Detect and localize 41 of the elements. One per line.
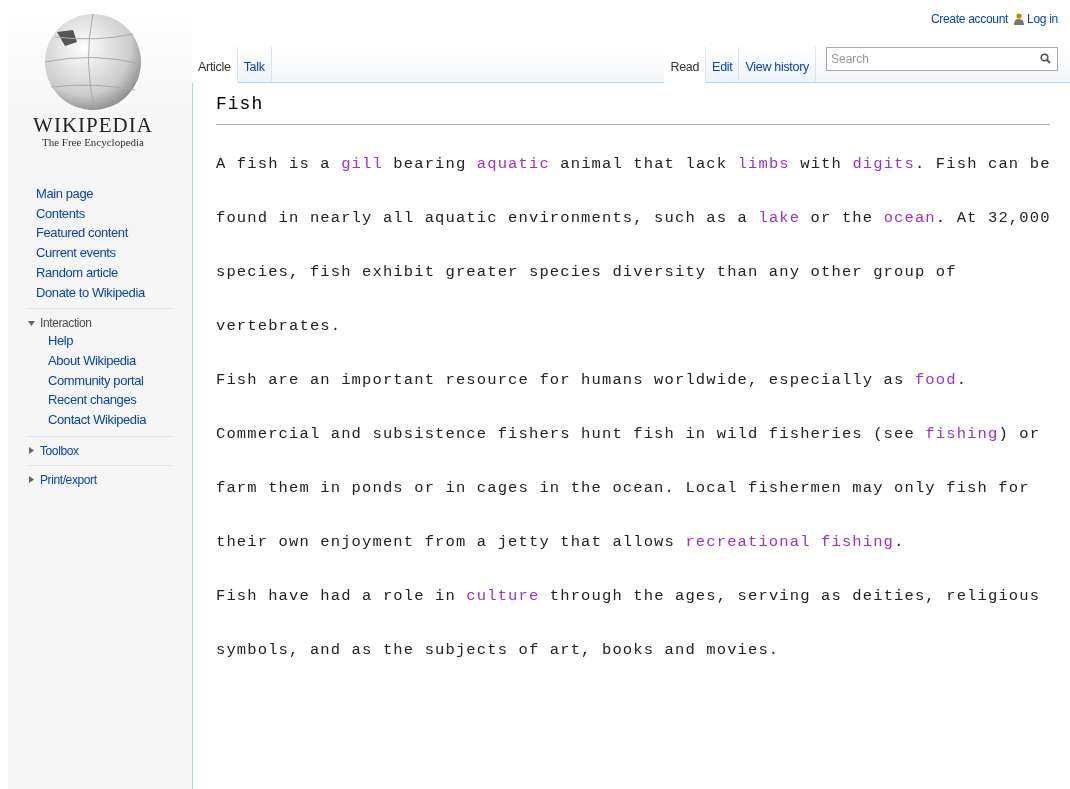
sidebar-link[interactable]: Main page: [36, 184, 192, 204]
article-link[interactable]: lake: [758, 209, 801, 227]
sidebar-link[interactable]: Contact Wikipedia: [48, 410, 172, 430]
log-in-link[interactable]: Log in: [1014, 12, 1058, 26]
collapsed-arrow-icon: [28, 476, 35, 484]
sidebar-link[interactable]: Donate to Wikipedia: [36, 282, 192, 303]
article-link[interactable]: digits: [852, 155, 915, 173]
collapsed-arrow-icon: [28, 447, 35, 455]
sidebar-link[interactable]: Contents: [36, 203, 192, 224]
user-icon: [1014, 13, 1025, 25]
article-paragraph: Fish are an important resource for humans worldwide, especially as food. Commercial and subsistence fishers hunt fish in wild fisheries (see fishing) or farm them in ponds or in cages in the ocean. Local fishermen may only fish for their own enjoyment from a jetty that allows recreational fishing.: [216, 370, 1042, 553]
search-field[interactable]: Search: [826, 47, 1058, 71]
portal-heading[interactable]: Print/export: [28, 471, 172, 488]
sidebar-link[interactable]: Current events: [36, 243, 192, 263]
sidebar-link[interactable]: About Wikipedia: [48, 350, 172, 371]
logo-tagline: The Free Encyclopedia: [42, 136, 144, 148]
sidebar-link[interactable]: Featured content: [36, 223, 192, 244]
article-link[interactable]: gill: [341, 155, 383, 173]
article-link[interactable]: aquatic: [476, 155, 550, 173]
article-link[interactable]: fishing: [925, 425, 999, 443]
sidebar-link[interactable]: Recent changes: [48, 390, 172, 411]
article-link[interactable]: limbs: [737, 155, 790, 173]
view-tab[interactable]: Edit: [706, 47, 740, 83]
article-paragraph: Fish have had a role in culture through the ages, serving as deities, religious symbols, and as the subjects of art, books and movies.: [216, 586, 1042, 661]
sidebar-link[interactable]: Community portal: [48, 370, 172, 391]
portal-heading[interactable]: Toolbox: [28, 442, 172, 459]
logo-wordmark: WIKIPEDIA: [33, 114, 153, 136]
article-link[interactable]: culture: [466, 587, 540, 605]
article-link[interactable]: ocean: [883, 209, 936, 227]
article-paragraph: A fish is a gill bearing aquatic animal that lack limbs with digits. Fish can be found in nearly all aquatic environments, such as a lake or the ocean. At 32,000 species, fish exhibit greater species diversity than any other group of vertebrates.: [216, 154, 1052, 337]
view-tab[interactable]: View history: [739, 47, 816, 83]
portal-heading[interactable]: Interaction: [28, 315, 172, 332]
namespace-tab[interactable]: Talk: [237, 47, 272, 83]
article-title: Fish: [216, 90, 1050, 125]
sidebar-link[interactable]: Help: [48, 331, 172, 351]
article-link[interactable]: recreational fishing: [685, 533, 895, 551]
search-icon[interactable]: [1040, 53, 1051, 64]
create-account-link[interactable]: Create account: [930, 12, 1009, 26]
sidebar-link[interactable]: Random article: [36, 262, 192, 283]
expanded-arrow-icon: [28, 319, 35, 327]
article-link[interactable]: food: [914, 371, 957, 389]
